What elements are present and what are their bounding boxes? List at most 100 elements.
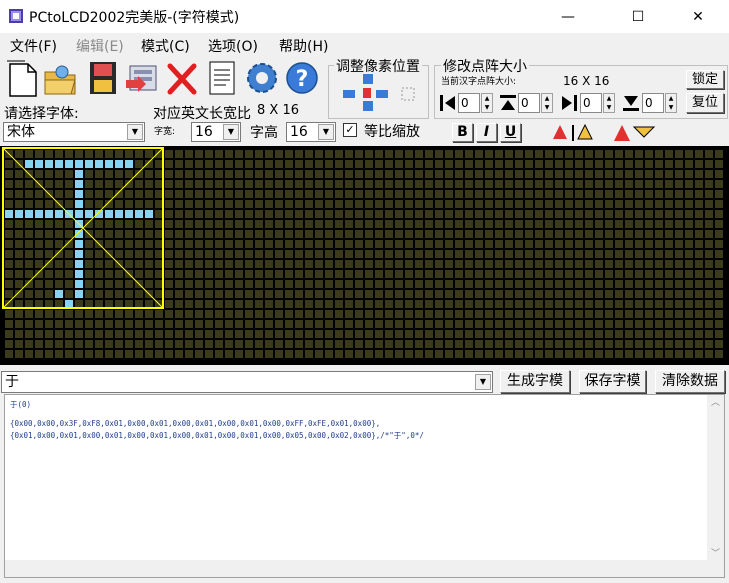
pixel-off[interactable] [555,220,563,228]
pixel-off[interactable] [415,270,423,278]
pixel-off[interactable] [265,150,273,158]
pixel-off[interactable] [195,290,203,298]
pixel-off[interactable] [485,320,493,328]
pixel-off[interactable] [465,290,473,298]
pixel-off[interactable] [385,320,393,328]
pixel-off[interactable] [325,180,333,188]
pixel-off[interactable] [645,200,653,208]
pixel-off[interactable] [15,310,23,318]
pixel-off[interactable] [335,330,343,338]
pixel-off[interactable] [95,170,103,178]
pixel-on[interactable] [75,270,83,278]
pixel-off[interactable] [615,290,623,298]
pixel-off[interactable] [265,210,273,218]
pixel-off[interactable] [425,350,433,358]
pixel-off[interactable] [525,320,533,328]
pixel-off[interactable] [685,210,693,218]
pixel-off[interactable] [325,300,333,308]
pixel-off[interactable] [615,190,623,198]
pixel-off[interactable] [645,150,653,158]
pixel-off[interactable] [95,310,103,318]
pixel-off[interactable] [425,250,433,258]
pixel-off[interactable] [545,240,553,248]
pixel-off[interactable] [475,190,483,198]
pixel-off[interactable] [405,170,413,178]
pixel-off[interactable] [565,270,573,278]
bottom-margin-input[interactable]: 0 [642,93,664,113]
pixel-off[interactable] [355,180,363,188]
pixel-on[interactable] [115,210,123,218]
pixel-off[interactable] [385,330,393,338]
pixel-off[interactable] [555,240,563,248]
pixel-off[interactable] [525,170,533,178]
pixel-off[interactable] [305,220,313,228]
pixel-off[interactable] [655,310,663,318]
pixel-off[interactable] [445,150,453,158]
pixel-off[interactable] [315,230,323,238]
pixel-off[interactable] [55,270,63,278]
pixel-off[interactable] [425,240,433,248]
pixel-off[interactable] [445,320,453,328]
pixel-off[interactable] [495,180,503,188]
pixel-off[interactable] [655,230,663,238]
pixel-off[interactable] [625,330,633,338]
pixel-off[interactable] [495,280,503,288]
pixel-off[interactable] [635,250,643,258]
pixel-off[interactable] [225,300,233,308]
pixel-off[interactable] [415,330,423,338]
pixel-off[interactable] [515,320,523,328]
pixel-off[interactable] [365,330,373,338]
pixel-off[interactable] [415,340,423,348]
pixel-off[interactable] [135,250,143,258]
pixel-off[interactable] [245,180,253,188]
pixel-off[interactable] [675,340,683,348]
pixel-off[interactable] [205,230,213,238]
pixel-off[interactable] [45,350,53,358]
pixel-off[interactable] [135,240,143,248]
pixel-off[interactable] [65,260,73,268]
pixel-off[interactable] [465,230,473,238]
pixel-off[interactable] [175,220,183,228]
pixel-off[interactable] [585,240,593,248]
pixel-off[interactable] [395,150,403,158]
pixel-off[interactable] [55,330,63,338]
pixel-off[interactable] [205,250,213,258]
pixel-off[interactable] [165,240,173,248]
pixel-off[interactable] [435,300,443,308]
pixel-off[interactable] [145,160,153,168]
pixel-off[interactable] [695,210,703,218]
pixel-off[interactable] [95,200,103,208]
pixel-off[interactable] [325,340,333,348]
pixel-off[interactable] [475,180,483,188]
pixel-off[interactable] [695,310,703,318]
pixel-off[interactable] [565,230,573,238]
pixel-off[interactable] [25,260,33,268]
pixel-off[interactable] [485,270,493,278]
pixel-off[interactable] [675,260,683,268]
pixel-off[interactable] [175,340,183,348]
pixel-off[interactable] [555,290,563,298]
pixel-off[interactable] [295,220,303,228]
pixel-off[interactable] [445,310,453,318]
pixel-off[interactable] [125,260,133,268]
pixel-off[interactable] [445,200,453,208]
pixel-off[interactable] [185,340,193,348]
pixel-off[interactable] [335,190,343,198]
pixel-off[interactable] [295,260,303,268]
pixel-off[interactable] [445,280,453,288]
pixel-off[interactable] [485,290,493,298]
pixel-off[interactable] [335,270,343,278]
pixel-off[interactable] [65,320,73,328]
pixel-off[interactable] [495,190,503,198]
pixel-off[interactable] [305,260,313,268]
pixel-off[interactable] [585,280,593,288]
pixel-off[interactable] [485,340,493,348]
pixel-off[interactable] [5,310,13,318]
pixel-off[interactable] [305,190,313,198]
pixel-off[interactable] [115,310,123,318]
pixel-off[interactable] [5,180,13,188]
pixel-off[interactable] [15,200,23,208]
pixel-off[interactable] [5,200,13,208]
pixel-off[interactable] [595,220,603,228]
pixel-on[interactable] [75,240,83,248]
